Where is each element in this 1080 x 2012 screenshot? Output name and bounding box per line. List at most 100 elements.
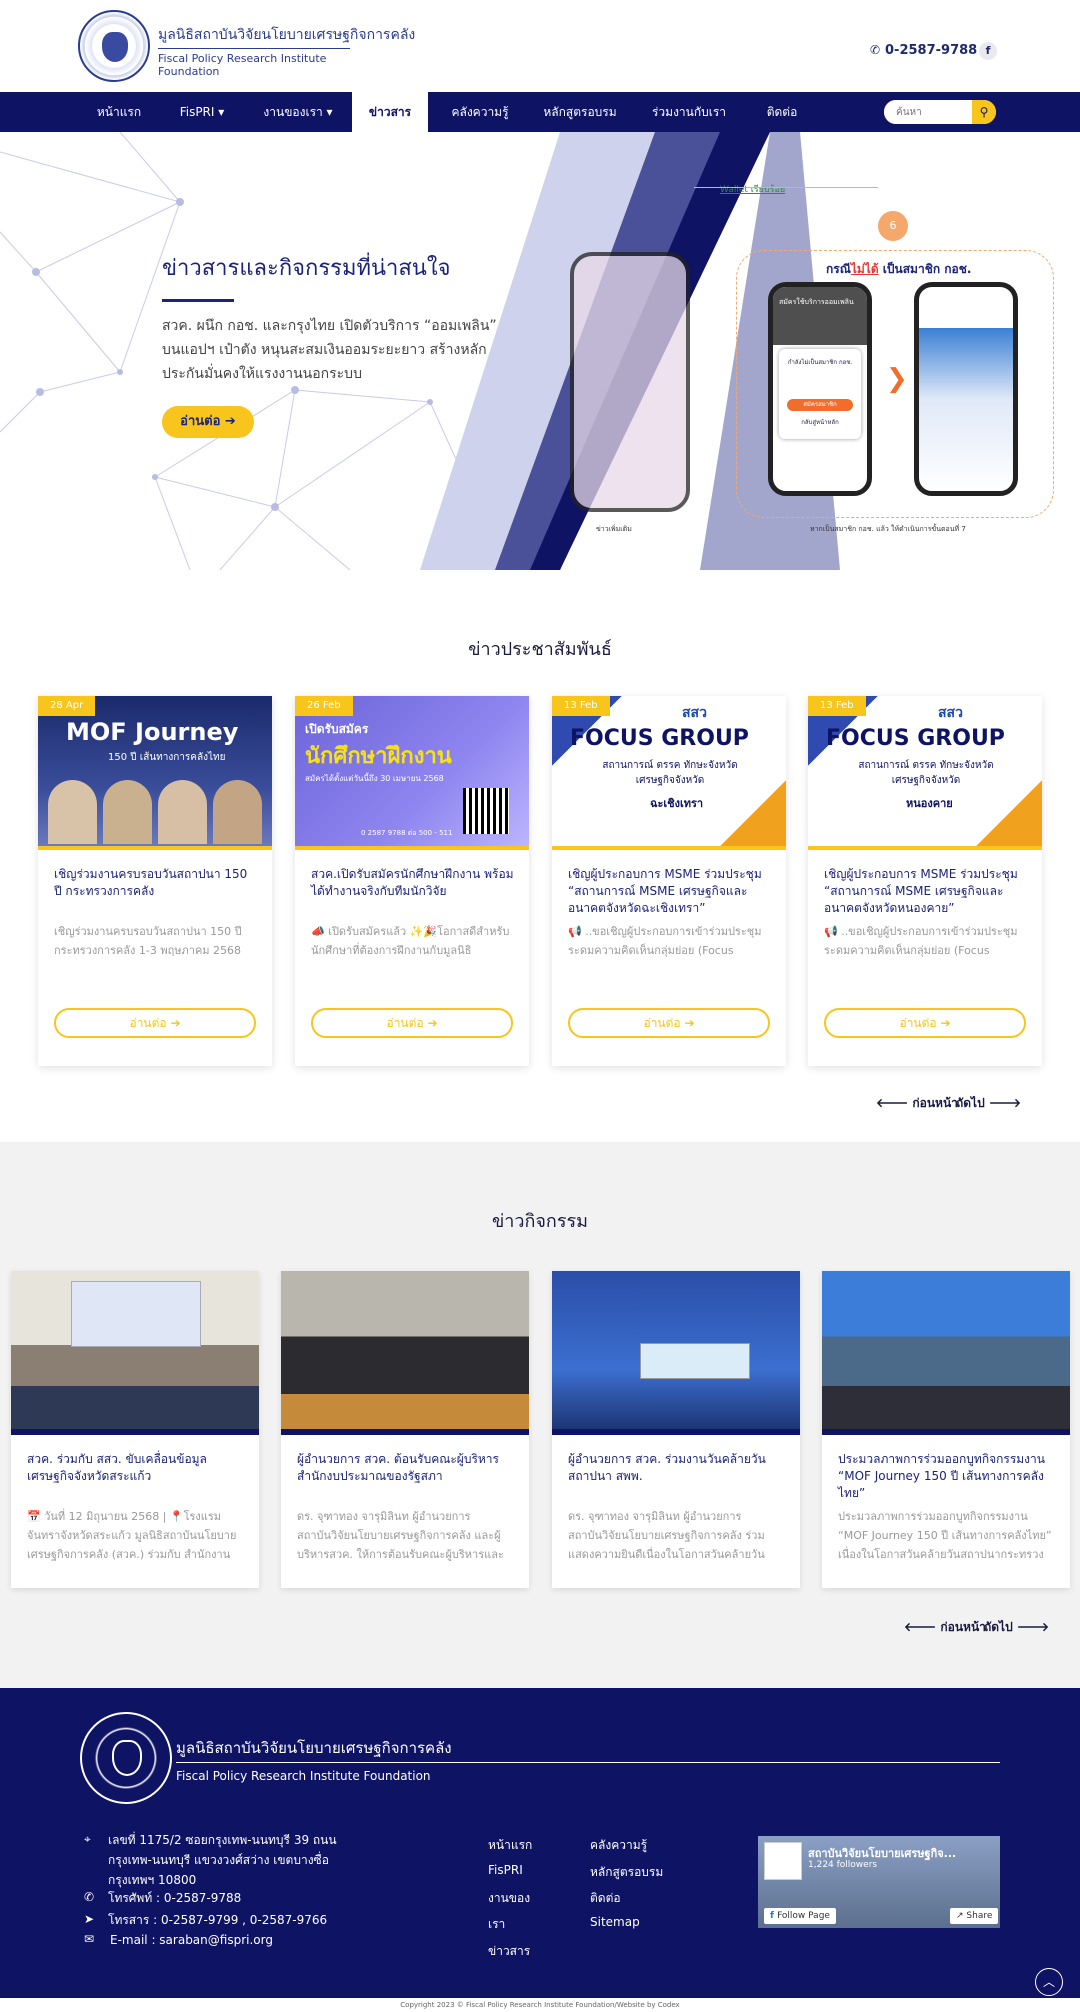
footer-link-knowledge[interactable]: คลังความรู้ xyxy=(590,1836,647,1855)
footer-org-name-th: มูลนิธิสถาบันวิจัยนโยบายเศรษฐกิจการคลัง xyxy=(176,1739,452,1757)
activity-card[interactable]: ผู้อำนวยการ สวค. ร่วมงานวันคล้ายวันสถาปน… xyxy=(552,1271,800,1588)
back-to-top-button[interactable]: ︿ xyxy=(1035,1968,1063,1996)
activity-card-title[interactable]: ประมวลภาพการร่วมออกบูทกิจกรรมงาน “MOF Jo… xyxy=(838,1451,1058,1502)
activity-card-title[interactable]: สวค. ร่วมกับ สสว. ขับเคลื่อนข้อมูลเศรษฐก… xyxy=(27,1451,247,1485)
activity-card[interactable]: ประมวลภาพการร่วมออกบูทกิจกรรมงาน “MOF Jo… xyxy=(822,1271,1070,1588)
share-icon: ↗ xyxy=(956,1911,967,1921)
activity-card[interactable]: สวค. ร่วมกับ สสว. ขับเคลื่อนข้อมูลเศรษฐก… xyxy=(11,1271,259,1588)
org-name-th[interactable]: มูลนิธิสถาบันวิจัยนโยบายเศรษฐกิจการคลัง xyxy=(158,24,415,46)
org-name-en[interactable]: Fiscal Policy Research Institute Foundat… xyxy=(158,48,350,78)
facebook-page-widget[interactable]: สถาบันวิจัยนโยบายเศรษฐกิจ... 1,224 follo… xyxy=(758,1836,1000,1928)
nav-fispri[interactable]: FisPRI ▾ xyxy=(166,92,238,132)
pr-read-more-button[interactable]: อ่านต่อ ➔ xyxy=(568,1008,770,1038)
activity-card-title[interactable]: ผู้อำนวยการ สวค. ร่วมงานวันคล้ายวันสถาปน… xyxy=(568,1451,788,1485)
footer-link-our-work[interactable]: งานของ xyxy=(488,1889,530,1908)
pr-card-image[interactable]: สสว FOCUS GROUP สถานการณ์ ตรรค ทักษะจังห… xyxy=(808,696,1042,850)
footer-link-home[interactable]: หน้าแรก xyxy=(488,1836,532,1855)
footer-link-news[interactable]: ข่าวสาร xyxy=(488,1942,530,1961)
org-logo[interactable] xyxy=(78,10,150,82)
search-icon[interactable]: ⚲ xyxy=(972,100,996,124)
pr-read-more-button[interactable]: อ่านต่อ ➔ xyxy=(54,1008,256,1038)
pr-card[interactable]: MOF Journey 150 ปี เส้นทางการคลังไทย 28 … xyxy=(38,696,272,1066)
member-heading: กรณีไม่ได้ เป็นสมาชิก กอช. xyxy=(826,260,971,279)
nav-our-work[interactable]: งานของเรา ▾ xyxy=(252,92,344,132)
pr-img-title: FOCUS GROUP xyxy=(826,726,1005,751)
nav-news[interactable]: ข่าวสาร xyxy=(352,92,428,132)
activity-card-excerpt: ดร. จุฑาทอง จารุมิลินท ผู้อำนวยการสถาบัน… xyxy=(568,1510,765,1561)
phone-mockup-left xyxy=(570,252,690,512)
member-heading-a: กรณี xyxy=(826,262,851,276)
pr-date-badge: 13 Feb xyxy=(808,696,866,716)
pr-read-more-button[interactable]: อ่านต่อ ➔ xyxy=(311,1008,513,1038)
footer-link-fispri[interactable]: FisPRI xyxy=(488,1863,523,1877)
hero-divider xyxy=(162,299,234,302)
activity-card-title[interactable]: ผู้อำนวยการ สวค. ต้อนรับคณะผู้บริหารสำนั… xyxy=(297,1451,517,1485)
fb-share-button[interactable]: ↗ Share xyxy=(950,1908,999,1924)
pr-card-title[interactable]: สวค.เปิดรับสมัครนักศึกษาฝึกงาน พร้อมได้ท… xyxy=(311,866,515,900)
member-heading-b: ไม่ได้ xyxy=(850,262,879,276)
footer-link-courses[interactable]: หลักสูตรอบรม xyxy=(590,1863,663,1882)
pr-card[interactable]: สสว FOCUS GROUP สถานการณ์ ตรรค ทักษะจังห… xyxy=(808,696,1042,1066)
garuda-emblem-icon xyxy=(112,1740,142,1776)
fb-share-label: Share xyxy=(966,1911,993,1921)
footer-link-our-work-2[interactable]: เรา xyxy=(488,1915,505,1934)
pr-img-phone: 0 2587 9788 ต่อ 500 - 511 xyxy=(361,829,453,837)
pr-card-title[interactable]: เชิญผู้ประกอบการ MSME ร่วมประชุม “สถานกา… xyxy=(568,866,772,917)
pr-card-excerpt: 📢 ..ขอเชิญผู้ประกอบการเข้าร่วมประชุมระดม… xyxy=(824,925,1018,957)
activity-card-image[interactable] xyxy=(281,1271,529,1435)
pr-img-title: MOF Journey xyxy=(66,718,239,746)
pr-card-title[interactable]: เชิญผู้ประกอบการ MSME ร่วมประชุม “สถานกา… xyxy=(824,866,1028,917)
pr-card[interactable]: เปิดรับสมัคร นักศึกษาฝึกงาน สมัครได้ตั้ง… xyxy=(295,696,529,1066)
nav-careers[interactable]: ร่วมงานกับเรา xyxy=(640,92,738,132)
activities-prev-button[interactable]: 🡐 ก่อนหน้า xyxy=(904,1618,986,1637)
garuda-emblem-icon xyxy=(102,32,128,62)
footer-logo xyxy=(80,1712,172,1804)
activity-card-excerpt: 📅 วันที่ 12 มิถุนายน 2568 | 📍โรงแรมจันทร… xyxy=(27,1510,237,1561)
pr-img-sub: เปิดรับสมัคร xyxy=(305,722,369,736)
activity-card-image[interactable] xyxy=(822,1271,1070,1435)
nav-home[interactable]: หน้าแรก xyxy=(86,92,152,132)
pr-card-image[interactable]: สสว FOCUS GROUP สถานการณ์ ตรรค ทักษะจังห… xyxy=(552,696,786,850)
nav-knowledge[interactable]: คลังความรู้ xyxy=(440,92,520,132)
pr-img-sub: สถานการณ์ ตรรค ทักษะจังหวัด เศรษฐกิจจังห… xyxy=(858,760,994,786)
activities-next-button[interactable]: ถัดไป 🡒 xyxy=(984,1618,1049,1637)
pr-card-image[interactable]: เปิดรับสมัคร นักศึกษาฝึกงาน สมัครได้ตั้ง… xyxy=(295,696,529,850)
activity-card-image[interactable] xyxy=(552,1271,800,1435)
pr-card[interactable]: สสว FOCUS GROUP สถานการณ์ ตรรค ทักษะจังห… xyxy=(552,696,786,1066)
nav-courses[interactable]: หลักสูตรอบรม xyxy=(534,92,626,132)
footer-link-sitemap[interactable]: Sitemap xyxy=(590,1915,640,1929)
map-pin-icon: ⌖ xyxy=(84,1832,91,1846)
pr-card-excerpt: 📣 เปิดรับสมัครแล้ว ✨🎉โอกาสดีสำหรับนักศึก… xyxy=(311,925,510,957)
phone-mockup-a: สมัครใช้บริการออมเพลิน กำลังไม่เป็นสมาชิ… xyxy=(768,282,872,496)
pr-card-excerpt: 📢 ..ขอเชิญผู้ประกอบการเข้าร่วมประชุมระดม… xyxy=(568,925,762,957)
phone-icon: ✆ xyxy=(84,1890,95,1904)
hero-read-more-button[interactable]: อ่านต่อ ➔ xyxy=(162,406,254,438)
footer-phone[interactable]: โทรศัพท์ : 0-2587-9788 xyxy=(108,1888,241,1908)
hero-title: ข่าวสารและกิจกรรมที่น่าสนใจ xyxy=(162,256,451,281)
phone-a-button: สมัครสมาชิก xyxy=(787,399,853,411)
pr-date-badge: 13 Feb xyxy=(552,696,610,716)
nav-contact[interactable]: ติดต่อ xyxy=(750,92,814,132)
activity-card[interactable]: ผู้อำนวยการ สวค. ต้อนรับคณะผู้บริหารสำนั… xyxy=(281,1271,529,1588)
facebook-icon: f xyxy=(770,1911,778,1921)
speakers-photo xyxy=(48,780,262,844)
pr-card-image[interactable]: MOF Journey 150 ปี เส้นทางการคลังไทย 28 … xyxy=(38,696,272,850)
activity-card-image[interactable] xyxy=(11,1271,259,1435)
pr-card-title[interactable]: เชิญร่วมงานครบรอบวันสถาปนา 150 ปี กระทรว… xyxy=(54,866,258,900)
header-phone[interactable]: 0-2587-9788 xyxy=(885,43,977,58)
pr-prev-button[interactable]: 🡐 ก่อนหน้า xyxy=(876,1094,958,1113)
footer-org-name-en: Fiscal Policy Research Institute Foundat… xyxy=(176,1762,1000,1783)
pr-next-button[interactable]: ถัดไป 🡒 xyxy=(956,1094,1021,1113)
footer-email[interactable]: E-mail : saraban@fispri.org xyxy=(110,1930,273,1950)
pr-date-badge: 28 Apr xyxy=(38,696,96,716)
pr-read-more-button[interactable]: อ่านต่อ ➔ xyxy=(824,1008,1026,1038)
phone-a-title: สมัครใช้บริการออมเพลิน xyxy=(773,287,867,345)
footer-link-contact[interactable]: ติดต่อ xyxy=(590,1889,621,1908)
pr-img-brand: สสว xyxy=(682,705,707,721)
fb-follow-button[interactable]: f Follow Page xyxy=(764,1908,836,1924)
fb-follow-label: Follow Page xyxy=(777,1911,830,1921)
step-badge: 6 xyxy=(878,211,908,241)
facebook-icon[interactable]: f xyxy=(979,42,997,60)
fax-icon: ➤ xyxy=(84,1912,95,1926)
search-input[interactable] xyxy=(884,100,974,124)
